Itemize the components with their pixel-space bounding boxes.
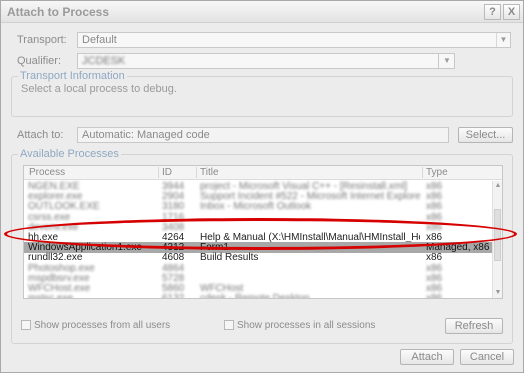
attach-to-process-dialog: Attach to Process ? X Transport: Default… — [0, 0, 524, 373]
transport-combobox[interactable]: Default ▼ — [77, 32, 511, 48]
scroll-down-icon[interactable]: ▼ — [493, 288, 502, 298]
show-all-users-checkbox[interactable] — [21, 320, 31, 330]
attach-to-label: Attach to: — [17, 129, 64, 141]
transport-label: Transport: — [17, 34, 67, 46]
column-header-process[interactable]: Process — [29, 167, 65, 178]
qualifier-label: Qualifier: — [17, 55, 62, 67]
cell-type: x86 — [426, 293, 443, 299]
show-all-sessions-checkbox[interactable] — [224, 320, 234, 330]
process-list-header: Process ID Title Type — [24, 166, 502, 180]
cell-title: cdesk - Remote Desktop — [200, 293, 310, 299]
column-header-title[interactable]: Title — [200, 167, 219, 178]
column-divider[interactable] — [422, 167, 423, 178]
attach-to-value: Automatic: Managed code — [82, 129, 210, 141]
column-header-type[interactable]: Type — [426, 167, 448, 178]
vertical-scrollbar[interactable]: ▲ ▼ — [492, 181, 502, 298]
attach-button[interactable]: Attach — [400, 349, 454, 365]
column-header-id[interactable]: ID — [162, 167, 172, 178]
qualifier-value: JCDESK — [82, 55, 126, 67]
process-list[interactable]: Process ID Title Type NGEN.EXE 3944 projec… — [23, 165, 503, 299]
scroll-thumb[interactable] — [494, 209, 501, 261]
window-title: Attach to Process — [7, 5, 110, 19]
cell-process: mstsc.exe — [28, 293, 74, 299]
qualifier-combobox[interactable]: JCDESK — [77, 53, 455, 69]
select-button[interactable]: Select... — [458, 127, 513, 143]
column-divider[interactable] — [196, 167, 197, 178]
help-button[interactable]: ? — [484, 4, 501, 20]
table-row[interactable]: mstsc.exe 6132 cdesk - Remote Desktop x86 — [24, 293, 492, 299]
column-divider[interactable] — [158, 167, 159, 178]
close-button[interactable]: X — [503, 4, 520, 20]
available-processes-title: Available Processes — [18, 148, 121, 160]
transport-value: Default — [82, 34, 117, 46]
transport-info-text: Select a local process to debug. — [21, 83, 177, 95]
transport-info-title: Transport Information — [18, 70, 127, 82]
show-all-sessions-label[interactable]: Show processes in all sessions — [237, 320, 375, 331]
chevron-down-icon[interactable]: ▼ — [440, 54, 454, 68]
show-all-users-label[interactable]: Show processes from all users — [34, 320, 170, 331]
title-bar: Attach to Process ? X — [1, 1, 523, 23]
cell-id: 6132 — [162, 293, 185, 299]
qualifier-dropdown[interactable]: ▼ — [438, 53, 455, 69]
attach-to-field: Automatic: Managed code — [77, 127, 449, 143]
scroll-up-icon[interactable]: ▲ — [493, 181, 502, 191]
chevron-down-icon[interactable]: ▼ — [496, 33, 510, 47]
cancel-button[interactable]: Cancel — [460, 349, 514, 365]
refresh-button[interactable]: Refresh — [445, 318, 503, 334]
